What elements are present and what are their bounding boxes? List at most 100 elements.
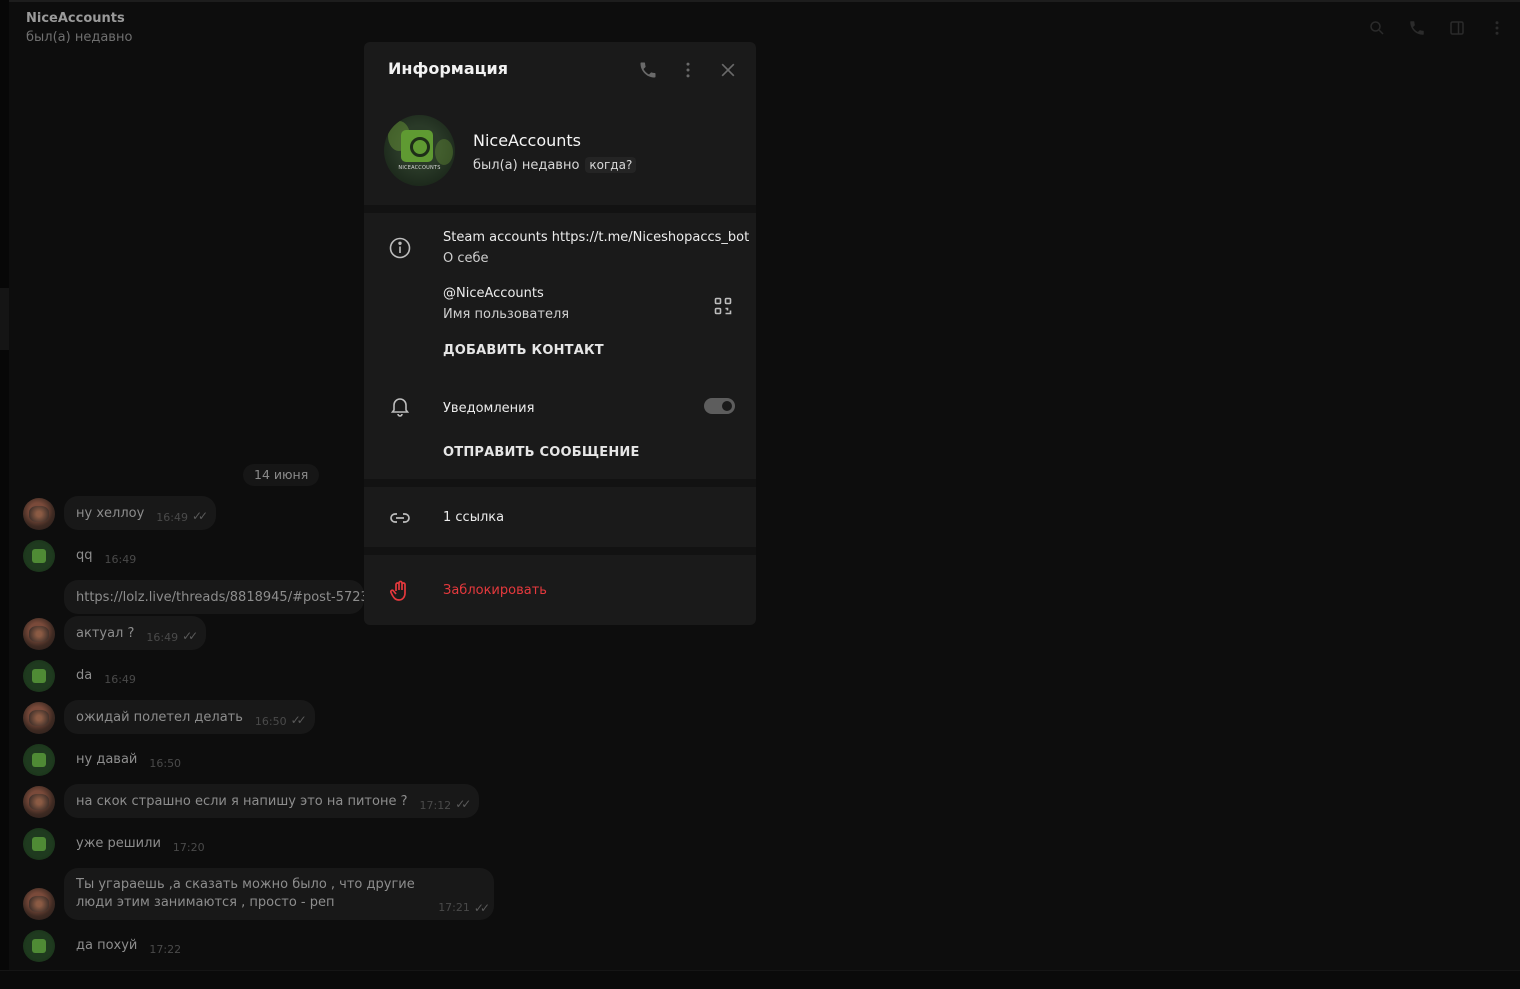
profile-status: был(а) недавно когда? <box>473 157 637 173</box>
avatar[interactable] <box>23 702 55 734</box>
avatar[interactable] <box>23 786 55 818</box>
profile-section: NICEACCOUNTS NiceAccounts был(а) недавно… <box>364 100 756 205</box>
message-meta: 17:21 ✓✓ <box>426 899 490 917</box>
bio-label: О себе <box>443 251 489 266</box>
message-text: qq <box>76 547 93 563</box>
avatar[interactable] <box>23 618 55 650</box>
composer-edge <box>0 970 1520 989</box>
avatar-brand-text: NICEACCOUNTS <box>398 165 441 171</box>
message-bubble[interactable]: ожидай полетел делать 16:50 ✓✓ <box>64 700 315 734</box>
steam-logo-icon <box>401 130 433 162</box>
avatar[interactable] <box>23 540 55 572</box>
message-bubble[interactable]: да похуй 17:22 <box>64 928 193 962</box>
message-text: уже решили <box>76 835 161 851</box>
user-info-dialog: Информация NICEACCOUNTS NiceAccounts был… <box>364 42 756 625</box>
message-text: на скок страшно если я напишу это на пит… <box>76 793 408 809</box>
message-text: ожидай полетел делать <box>76 709 243 725</box>
sidebar-toggle-icon[interactable] <box>1448 17 1466 39</box>
last-seen-text: был(а) недавно <box>473 157 580 173</box>
dialog-title: Информация <box>388 59 508 78</box>
message-row: Ты угараешь ,а сказать можно было , что … <box>23 868 494 920</box>
search-icon[interactable] <box>1368 17 1386 39</box>
message-row: да похуй 17:22 <box>23 928 193 962</box>
section-divider <box>364 479 756 487</box>
more-vertical-icon[interactable] <box>1488 17 1506 39</box>
message-row: da 16:49 <box>23 658 148 692</box>
message-time: 17:12 <box>419 799 452 812</box>
links-row[interactable]: 1 ссылка <box>364 487 756 547</box>
send-message-button[interactable]: ОТПРАВИТЬ СООБЩЕНИЕ <box>443 445 640 460</box>
message-text: Ты угараешь ,а сказать можно было , что … <box>76 877 415 910</box>
close-icon[interactable] <box>718 60 738 80</box>
message-bubble[interactable]: https://lolz.live/threads/8818945/#post-… <box>64 580 364 614</box>
message-time: 16:49 <box>104 673 136 686</box>
left-panel-edge <box>0 0 9 989</box>
avatar[interactable] <box>23 828 55 860</box>
message-row: ожидай полетел делать 16:50 ✓✓ <box>23 700 315 734</box>
section-divider <box>364 205 756 213</box>
message-bubble[interactable]: уже решили 17:20 <box>64 826 217 860</box>
info-icon <box>388 236 412 260</box>
chat-header-actions <box>1368 17 1506 39</box>
avatar[interactable] <box>23 744 55 776</box>
links-count: 1 ссылка <box>443 510 505 525</box>
message-time: 17:21 <box>438 901 470 914</box>
message-time: 16:49 <box>156 511 188 524</box>
message-link[interactable]: https://lolz.live/threads/8818945/#post-… <box>76 590 364 605</box>
message-text: da <box>76 667 93 683</box>
block-row[interactable]: Заблокировать <box>364 555 756 625</box>
avatar[interactable] <box>23 498 55 530</box>
message-bubble[interactable]: qq 16:49 <box>64 538 148 572</box>
message-bubble[interactable]: Ты угараешь ,а сказать можно было , что … <box>64 868 494 920</box>
profile-avatar[interactable]: NICEACCOUNTS <box>384 115 455 186</box>
message-bubble[interactable]: на скок страшно если я напишу это на пит… <box>64 784 480 818</box>
message-row: актуал ? 16:49 ✓✓ <box>23 616 207 650</box>
date-divider: 14 июня <box>243 464 320 486</box>
info-section: Steam accounts https://t.me/Niceshopaccs… <box>364 213 756 475</box>
chat-status: был(а) недавно <box>26 30 133 45</box>
section-divider <box>364 547 756 555</box>
username-label: Имя пользователя <box>443 307 570 322</box>
avatar[interactable] <box>23 660 55 692</box>
message-row: qq 16:49 <box>23 538 148 572</box>
add-contact-button[interactable]: ДОБАВИТЬ КОНТАКТ <box>443 343 604 358</box>
avatar[interactable] <box>23 888 55 920</box>
avatar-spacer <box>23 582 55 614</box>
read-checkmarks-icon: ✓✓ <box>182 629 198 643</box>
read-checkmarks-icon: ✓✓ <box>192 509 208 523</box>
read-checkmarks-icon: ✓✓ <box>455 797 471 811</box>
block-user-button[interactable]: Заблокировать <box>443 581 547 601</box>
bio-text[interactable]: Steam accounts https://t.me/Niceshopaccs… <box>443 228 749 248</box>
bell-icon <box>388 394 412 418</box>
username-text[interactable]: @NiceAccounts <box>443 284 544 304</box>
message-time: 16:49 <box>146 631 179 644</box>
toggle-knob <box>720 399 734 413</box>
message-time: 16:50 <box>149 757 182 770</box>
message-text: актуал ? <box>76 625 135 641</box>
message-time: 16:49 <box>104 553 137 566</box>
qr-code-icon[interactable] <box>714 297 732 315</box>
avatar[interactable] <box>23 930 55 962</box>
message-bubble[interactable]: ну давай 16:50 <box>64 742 193 776</box>
more-vertical-icon[interactable] <box>678 60 698 80</box>
message-text: ну давай <box>76 751 138 767</box>
message-row: ну хеллоу 16:49 ✓✓ <box>23 496 217 530</box>
message-time: 17:22 <box>149 943 182 956</box>
read-checkmarks-icon: ✓✓ <box>290 713 307 727</box>
phone-icon[interactable] <box>638 60 658 80</box>
message-bubble[interactable]: актуал ? 16:49 ✓✓ <box>64 616 207 650</box>
message-bubble[interactable]: da 16:49 <box>64 658 148 692</box>
resize-handle[interactable] <box>0 288 9 350</box>
notifications-toggle[interactable] <box>704 398 735 414</box>
message-text: да похуй <box>76 937 138 953</box>
message-row: на скок страшно если я напишу это на пит… <box>23 784 480 818</box>
chat-header[interactable]: NiceAccounts был(а) недавно <box>26 10 132 48</box>
when-button[interactable]: когда? <box>585 157 637 173</box>
message-row: https://lolz.live/threads/8818945/#post-… <box>23 580 364 614</box>
phone-icon[interactable] <box>1408 17 1426 39</box>
chat-window: NiceAccounts был(а) недавно 14 июня ну х… <box>0 0 1520 989</box>
profile-name: NiceAccounts <box>473 131 581 150</box>
message-bubble[interactable]: ну хеллоу 16:49 ✓✓ <box>64 496 217 530</box>
read-checkmarks-icon: ✓✓ <box>473 901 490 915</box>
message-text: ну хеллоу <box>76 505 145 521</box>
